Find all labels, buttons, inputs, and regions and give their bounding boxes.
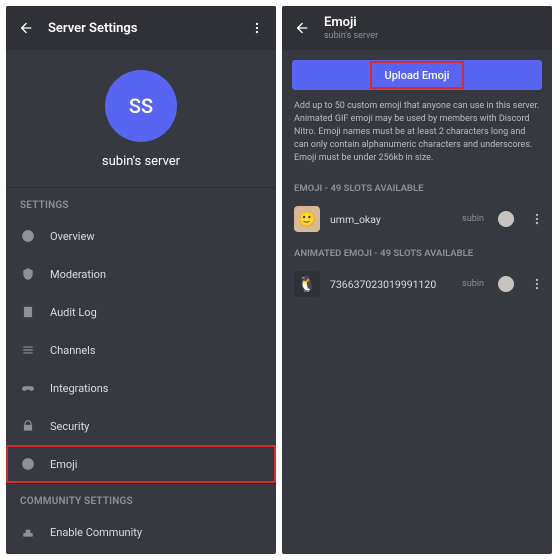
section-header-community: COMMUNITY SETTINGS <box>6 483 276 513</box>
menu-label: Channels <box>50 344 96 357</box>
menu-item-enable-community[interactable]: Enable Community <box>6 513 276 551</box>
menu-item-security[interactable]: Security <box>6 407 276 445</box>
menu-item-auditlog[interactable]: Audit Log <box>6 293 276 331</box>
more-vert-icon[interactable] <box>250 21 264 35</box>
topbar: Emoji subin's server <box>282 6 552 50</box>
menu-label: Moderation <box>50 268 106 281</box>
server-initials: SS <box>129 94 153 118</box>
back-arrow-icon[interactable] <box>294 20 310 36</box>
emoji-row[interactable]: 🐧 736637023019991120 subin <box>282 267 552 301</box>
emoji-name: umm_okay <box>330 213 452 226</box>
channels-icon <box>20 342 36 358</box>
screen-title: Server Settings <box>48 21 137 36</box>
menu-label: Security <box>50 420 89 433</box>
shield-icon <box>20 266 36 282</box>
emoji-thumbnail: 🐧 <box>294 271 320 297</box>
highlight-box <box>370 61 464 89</box>
menu-label: Overview <box>50 230 95 243</box>
menu-item-moderation[interactable]: Moderation <box>6 255 276 293</box>
uploader-avatar <box>498 211 514 227</box>
emoji-screen: Emoji subin's server Upload Emoji Add up… <box>282 6 552 554</box>
screen-subtitle: subin's server <box>324 31 378 41</box>
community-icon <box>20 524 36 540</box>
emoji-uploader: subin <box>462 214 484 224</box>
more-vert-icon[interactable] <box>530 277 544 291</box>
menu-item-overview[interactable]: Overview <box>6 217 276 255</box>
section-header-settings: SETTINGS <box>6 187 276 217</box>
animated-emoji-header: ANIMATED EMOJI - 49 SLOTS AVAILABLE <box>282 236 552 267</box>
menu-label: Audit Log <box>50 306 97 319</box>
menu-item-integrations[interactable]: Integrations <box>6 369 276 407</box>
upload-wrap: Upload Emoji <box>282 50 552 90</box>
title-block: Emoji subin's server <box>324 15 378 41</box>
uploader-avatar <box>498 276 514 292</box>
gamepad-icon <box>20 380 36 396</box>
info-icon <box>20 228 36 244</box>
menu-label: Enable Community <box>50 526 142 539</box>
static-emoji-header: EMOJI - 49 SLOTS AVAILABLE <box>282 171 552 202</box>
screen-title: Emoji <box>324 15 378 30</box>
emoji-name: 736637023019991120 <box>330 278 452 291</box>
more-vert-icon[interactable] <box>530 212 544 226</box>
emoji-row[interactable]: 🙂 umm_okay subin <box>282 202 552 236</box>
emoji-icon <box>20 456 36 472</box>
emoji-uploader: subin <box>462 279 484 289</box>
emoji-thumbnail: 🙂 <box>294 206 320 232</box>
server-name: subin's server <box>102 154 180 169</box>
upload-emoji-button[interactable]: Upload Emoji <box>292 60 542 90</box>
server-avatar[interactable]: SS <box>105 70 177 142</box>
emoji-description: Add up to 50 custom emoji that anyone ca… <box>282 90 552 171</box>
menu-item-channels[interactable]: Channels <box>6 331 276 369</box>
back-arrow-icon[interactable] <box>18 20 34 36</box>
menu-label: Integrations <box>50 382 108 395</box>
server-hero: SS subin's server <box>6 50 276 187</box>
server-settings-screen: Server Settings SS subin's server SETTIN… <box>6 6 276 554</box>
lock-icon <box>20 418 36 434</box>
topbar: Server Settings <box>6 6 276 50</box>
menu-label: Emoji <box>50 458 77 471</box>
menu-item-emoji[interactable]: Emoji <box>6 445 276 483</box>
clipboard-icon <box>20 304 36 320</box>
